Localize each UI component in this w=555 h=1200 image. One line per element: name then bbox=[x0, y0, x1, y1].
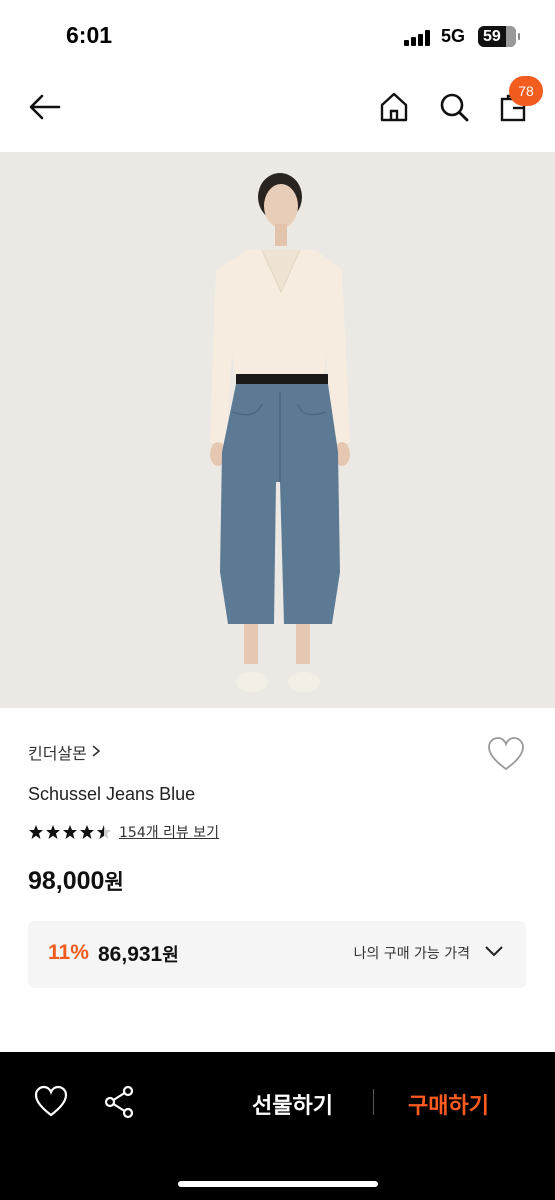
heart-icon[interactable] bbox=[486, 735, 526, 775]
share-icon[interactable] bbox=[102, 1084, 138, 1120]
heart-outline-icon[interactable] bbox=[33, 1084, 69, 1120]
brand-link[interactable]: 킨더살몬 bbox=[28, 740, 101, 764]
rating-stars bbox=[28, 824, 112, 840]
product-name: Schussel Jeans Blue bbox=[28, 784, 196, 804]
price-value: 98,000 bbox=[28, 867, 105, 895]
status-time: 6:01 bbox=[66, 22, 113, 48]
home-indicator bbox=[178, 1181, 378, 1187]
discount-price-value: 86,931 bbox=[98, 943, 163, 966]
discount-price: 86,931원 bbox=[98, 941, 179, 967]
star-half-icon bbox=[97, 825, 111, 839]
signal-icon bbox=[404, 30, 432, 46]
chevron-right-icon bbox=[91, 743, 101, 762]
cart-count-badge: 78 bbox=[509, 76, 543, 106]
top-nav: 78 bbox=[0, 72, 555, 152]
bottom-action-bar: 선물하기 구매하기 bbox=[0, 1052, 555, 1200]
search-icon[interactable] bbox=[437, 90, 471, 124]
divider bbox=[373, 1089, 374, 1115]
price-unit: 원 bbox=[104, 870, 124, 894]
home-icon[interactable] bbox=[377, 90, 411, 124]
star-icon bbox=[63, 825, 77, 839]
my-price-box[interactable]: 11% 86,931원 나의 구매 가능 가격 bbox=[28, 921, 526, 988]
rating-row: 154개 리뷰 보기 bbox=[28, 822, 219, 842]
battery-icon: 59 bbox=[478, 26, 520, 47]
review-link[interactable]: 154개 리뷰 보기 bbox=[119, 822, 219, 842]
star-icon bbox=[29, 825, 43, 839]
brand-name: 킨더살몬 bbox=[28, 744, 87, 763]
network-label: 5G bbox=[441, 26, 466, 46]
original-price: 98,000원 bbox=[28, 866, 124, 896]
gift-button[interactable]: 선물하기 bbox=[252, 1088, 333, 1120]
my-price-label: 나의 구매 가능 가격 bbox=[353, 946, 470, 962]
buy-button[interactable]: 구매하기 bbox=[408, 1088, 489, 1120]
discount-price-unit: 원 bbox=[162, 945, 179, 966]
battery-level: 59 bbox=[483, 28, 501, 45]
product-image[interactable] bbox=[0, 152, 555, 708]
chevron-down-icon bbox=[484, 945, 504, 961]
star-icon bbox=[80, 825, 94, 839]
back-arrow-icon[interactable] bbox=[28, 90, 62, 124]
discount-rate: 11% bbox=[48, 941, 89, 964]
star-icon bbox=[46, 825, 60, 839]
my-price-toggle[interactable]: 나의 구매 가능 가격 bbox=[354, 943, 504, 963]
status-bar: 6:01 5G 59 bbox=[0, 0, 555, 72]
